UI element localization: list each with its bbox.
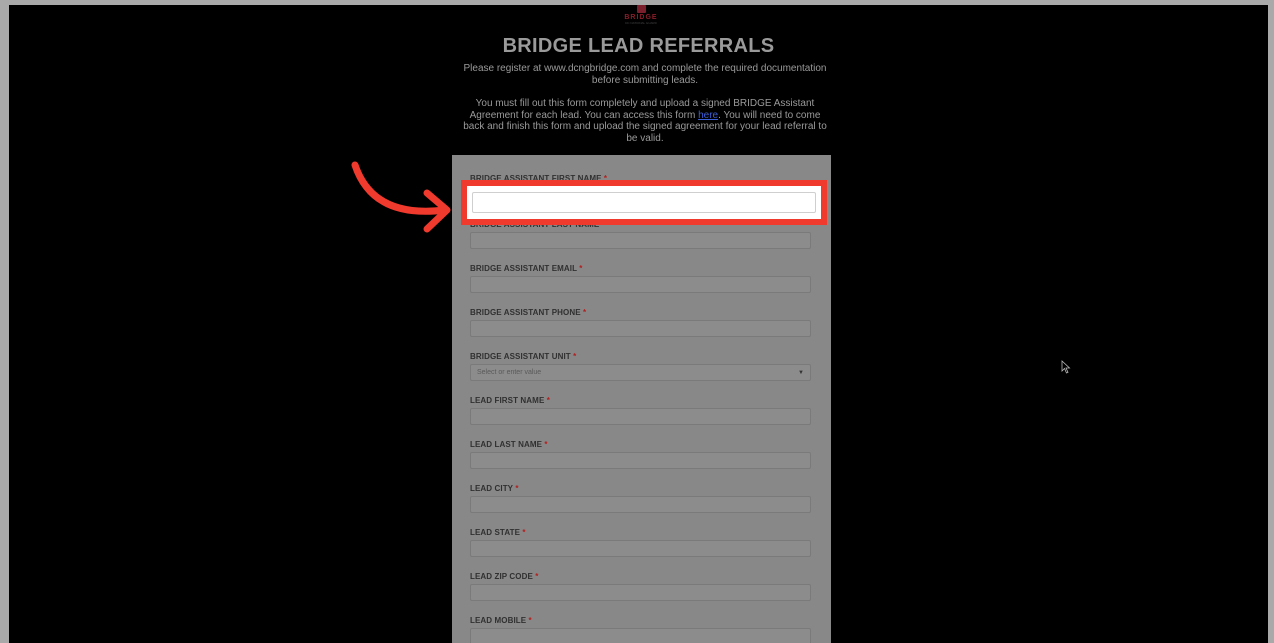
lead-mobile-label: LEAD MOBILE * — [470, 616, 532, 625]
bridge-logo: BRIDGE DC NATIONAL GUARD — [621, 5, 661, 27]
page-title: BRIDGE LEAD REFERRALS — [502, 35, 775, 57]
lead-last-name-label: LEAD LAST NAME * — [470, 440, 548, 449]
lead-state-label: LEAD STATE * — [470, 528, 526, 537]
lead-city-input[interactable] — [470, 496, 811, 513]
unit-placeholder: Select or enter value — [477, 369, 542, 376]
lead-zip-input[interactable] — [470, 584, 811, 601]
curved-arrow-icon — [351, 161, 451, 233]
logo-wordmark: BRIDGE — [624, 14, 658, 21]
assistant-first-name-input[interactable] — [472, 192, 816, 213]
assistant-last-name-input[interactable] — [470, 232, 811, 249]
referral-form: BRIDGE ASSISTANT FIRST NAME * BRIDGE ASS… — [452, 155, 831, 643]
lead-city-label: LEAD CITY * — [470, 484, 519, 493]
email-label: BRIDGE ASSISTANT EMAIL * — [470, 264, 583, 273]
assistant-email-input[interactable] — [470, 276, 811, 293]
lead-last-name-input[interactable] — [470, 452, 811, 469]
unit-label: BRIDGE ASSISTANT UNIT * — [470, 352, 577, 361]
lead-state-input[interactable] — [470, 540, 811, 557]
lead-mobile-input[interactable] — [470, 628, 811, 643]
assistant-phone-input[interactable] — [470, 320, 811, 337]
assistant-unit-select[interactable]: Select or enter value ▼ — [470, 364, 811, 381]
lead-first-name-label: LEAD FIRST NAME * — [470, 396, 550, 405]
logo-subtext: DC NATIONAL GUARD — [625, 21, 657, 25]
caret-down-icon: ▼ — [798, 369, 804, 376]
lead-zip-label: LEAD ZIP CODE * — [470, 572, 539, 581]
lead-first-name-input[interactable] — [470, 408, 811, 425]
intro-instructions-text: You must fill out this form completely a… — [463, 98, 827, 144]
page-overlay: BRIDGE DC NATIONAL GUARD BRIDGE LEAD REF… — [9, 5, 1268, 643]
intro-registration-text: Please register at www.dcngbridge.com an… — [463, 63, 827, 86]
logo-mark-icon — [636, 5, 646, 13]
phone-label: BRIDGE ASSISTANT PHONE * — [470, 308, 587, 317]
highlighted-first-name-field — [461, 180, 827, 225]
agreement-form-link[interactable]: here — [698, 110, 718, 121]
mouse-pointer-icon — [1061, 360, 1071, 374]
